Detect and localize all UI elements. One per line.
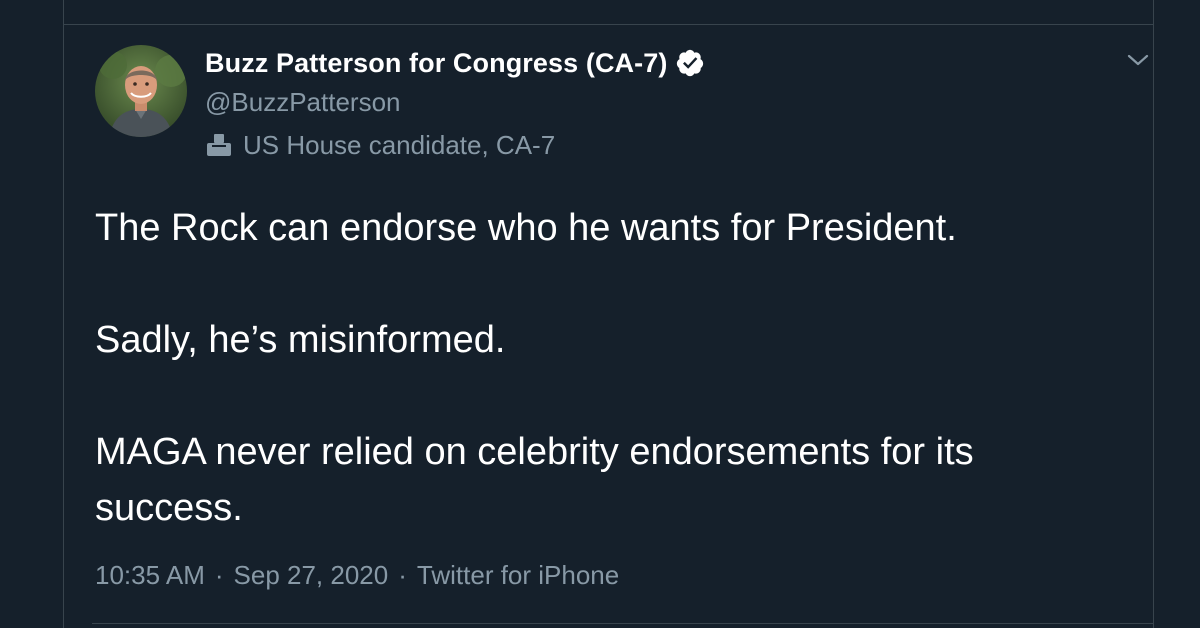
tweet-paragraph: Sadly, he’s misinformed. [95, 319, 506, 361]
handle[interactable]: @BuzzPatterson [205, 84, 705, 120]
separator-dot: · [398, 560, 407, 590]
tweet-header: Buzz Patterson for Congress (CA-7) @Buzz… [205, 44, 705, 162]
display-name[interactable]: Buzz Patterson for Congress (CA-7) [205, 48, 667, 79]
tweet-source[interactable]: Twitter for iPhone [417, 560, 619, 591]
tweet-metadata: 10:35 AM · Sep 27, 2020 · Twitter for iP… [95, 560, 619, 591]
name-row: Buzz Patterson for Congress (CA-7) [205, 44, 705, 82]
chevron-down-icon[interactable] [1126, 52, 1150, 68]
page: Buzz Patterson for Congress (CA-7) @Buzz… [0, 0, 1200, 628]
tweet-text: The Rock can endorse who he wants for Pr… [95, 200, 1095, 536]
tweet-paragraph: MAGA never relied on celebrity endorseme… [95, 431, 974, 529]
verified-badge-icon [677, 49, 704, 77]
account-label: US House candidate, CA-7 [205, 128, 705, 162]
previous-tweet-divider [64, 24, 1153, 25]
avatar[interactable] [95, 45, 187, 137]
timeline-column: Buzz Patterson for Congress (CA-7) @Buzz… [63, 0, 1154, 628]
tweet-paragraph: The Rock can endorse who he wants for Pr… [95, 207, 957, 249]
avatar-photo [95, 45, 187, 137]
tweet-bottom-divider [92, 623, 1153, 624]
tweet-time[interactable]: 10:35 AM [95, 560, 205, 591]
tweet-date[interactable]: Sep 27, 2020 [234, 560, 389, 591]
account-label-text: US House candidate, CA-7 [243, 129, 556, 160]
separator-dot: · [214, 560, 224, 590]
ballot-box-icon [207, 134, 231, 156]
